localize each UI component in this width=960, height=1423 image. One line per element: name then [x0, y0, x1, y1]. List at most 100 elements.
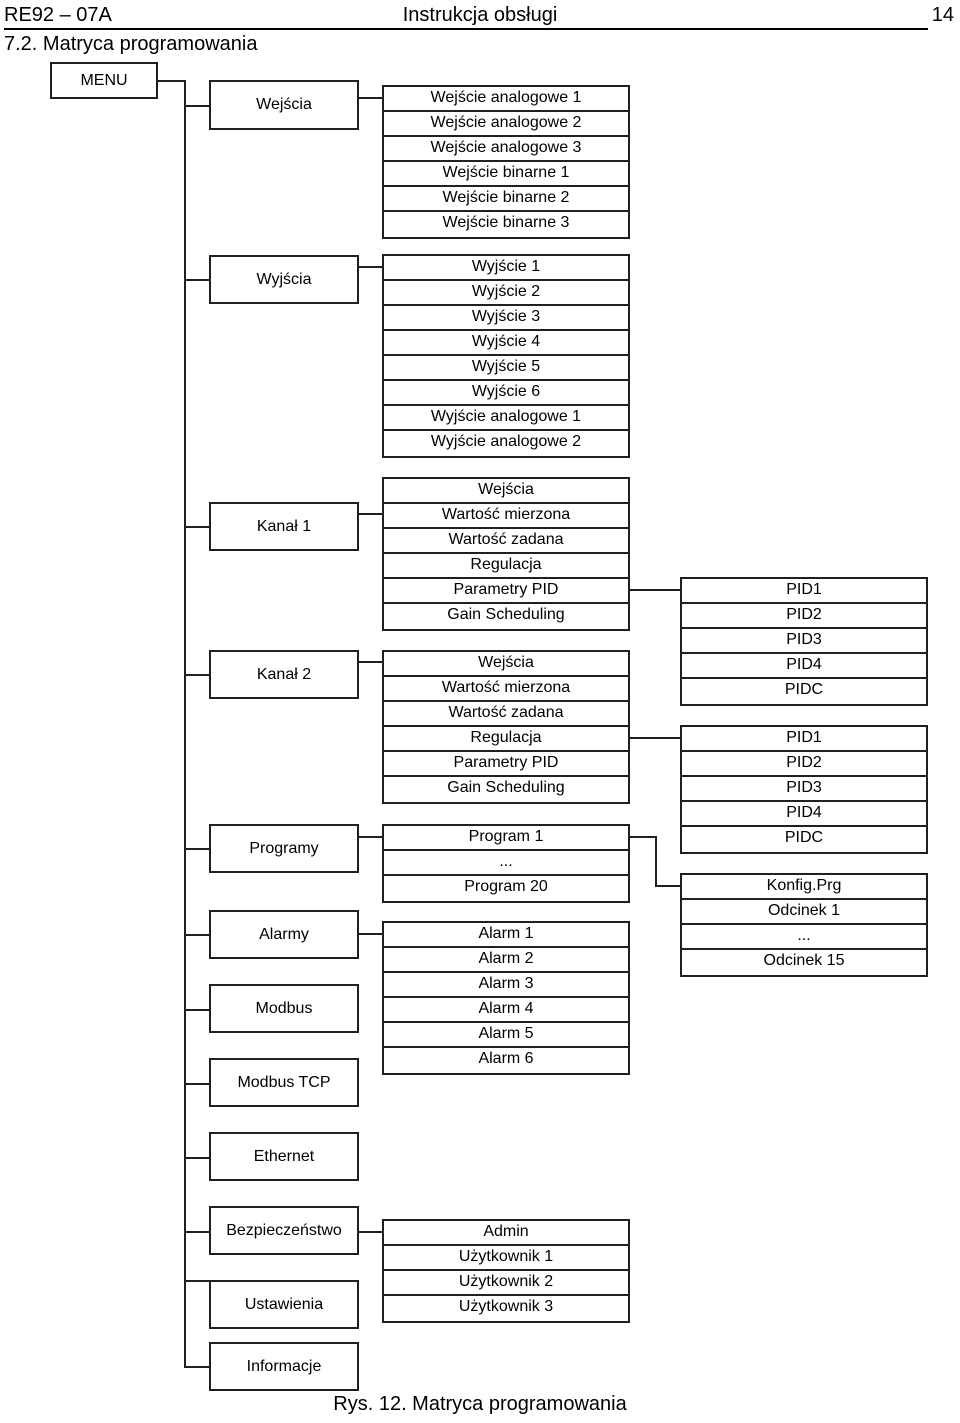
- stack-wyjscia-items: Wyjście 1 Wyjście 2 Wyjście 3 Wyjście 4 …: [382, 254, 630, 458]
- list-item[interactable]: Wejście binarne 1: [384, 162, 628, 187]
- node-menu-label: MENU: [80, 71, 128, 89]
- list-item[interactable]: PID4: [682, 654, 926, 679]
- list-item[interactable]: PIDC: [682, 827, 926, 852]
- list-item[interactable]: PID2: [682, 752, 926, 777]
- stack-pid-kanal2: PID1 PID2 PID3 PID4 PIDC: [680, 725, 928, 854]
- stack-wejscia-items: Wejście analogowe 1 Wejście analogowe 2 …: [382, 85, 630, 239]
- node-ethernet[interactable]: Ethernet: [209, 1132, 359, 1181]
- list-item[interactable]: ...: [682, 925, 926, 950]
- connector-trunk-informacje: [184, 1366, 211, 1368]
- connector-programy-items: [359, 836, 383, 838]
- node-wejscia[interactable]: Wejścia: [209, 80, 359, 130]
- connector-kanal2-pid: [630, 737, 682, 739]
- node-alarmy-label: Alarmy: [259, 925, 309, 943]
- list-item[interactable]: Wyjście 5: [384, 356, 628, 381]
- list-item[interactable]: Program 20: [384, 876, 628, 901]
- list-item[interactable]: Regulacja: [384, 727, 628, 752]
- node-menu[interactable]: MENU: [50, 62, 158, 99]
- node-modbus[interactable]: Modbus: [209, 984, 359, 1033]
- connector-trunk-ustawienia: [184, 1280, 211, 1282]
- node-informacje-label: Informacje: [246, 1357, 322, 1375]
- connector-menu-to-trunk: [158, 80, 186, 82]
- node-bezpieczenstwo-label: Bezpieczeństwo: [226, 1221, 342, 1239]
- list-item[interactable]: Użytkownik 3: [384, 1296, 628, 1321]
- list-item[interactable]: Użytkownik 2: [384, 1271, 628, 1296]
- stack-pid-kanal1: PID1 PID2 PID3 PID4 PIDC: [680, 577, 928, 706]
- list-item[interactable]: Program 1: [384, 826, 628, 851]
- list-item[interactable]: Wejścia: [384, 479, 628, 504]
- list-item[interactable]: Wartość mierzona: [384, 504, 628, 529]
- stack-kanal1-items: Wejścia Wartość mierzona Wartość zadana …: [382, 477, 630, 631]
- node-modbus-tcp[interactable]: Modbus TCP: [209, 1058, 359, 1107]
- list-item[interactable]: Wyjście 4: [384, 331, 628, 356]
- list-item[interactable]: Wyjście 3: [384, 306, 628, 331]
- list-item[interactable]: Gain Scheduling: [384, 604, 628, 629]
- list-item[interactable]: Alarm 5: [384, 1023, 628, 1048]
- connector-kanal1-pid: [630, 589, 682, 591]
- list-item[interactable]: Konfig.Prg: [682, 875, 926, 900]
- node-wyjscia[interactable]: Wyjścia: [209, 255, 359, 304]
- list-item[interactable]: Wejście analogowe 2: [384, 112, 628, 137]
- list-item[interactable]: PID3: [682, 777, 926, 802]
- list-item[interactable]: Wyjście 6: [384, 381, 628, 406]
- node-kanal2[interactable]: Kanał 2: [209, 650, 359, 699]
- connector-programy-konfig-vertical: [655, 836, 657, 886]
- list-item[interactable]: Wartość zadana: [384, 702, 628, 727]
- node-ustawienia-label: Ustawienia: [244, 1295, 324, 1313]
- list-item[interactable]: Wyjście analogowe 2: [384, 431, 628, 456]
- list-item[interactable]: Alarm 4: [384, 998, 628, 1023]
- list-item[interactable]: Wyjście 1: [384, 256, 628, 281]
- node-ustawienia[interactable]: Ustawienia: [209, 1280, 359, 1329]
- node-programy[interactable]: Programy: [209, 824, 359, 873]
- list-item[interactable]: PID2: [682, 604, 926, 629]
- list-item[interactable]: Wejście binarne 3: [384, 212, 628, 237]
- list-item[interactable]: Użytkownik 1: [384, 1246, 628, 1271]
- list-item[interactable]: PID1: [682, 579, 926, 604]
- connector-trunk-kanal2: [184, 674, 211, 676]
- list-item[interactable]: ...: [384, 851, 628, 876]
- list-item[interactable]: Wyjście 2: [384, 281, 628, 306]
- list-item[interactable]: Wejście analogowe 3: [384, 137, 628, 162]
- list-item[interactable]: Wartość mierzona: [384, 677, 628, 702]
- node-kanal1-label: Kanał 1: [256, 517, 312, 535]
- stack-programy-items: Program 1 ... Program 20: [382, 824, 630, 903]
- node-programy-label: Programy: [249, 839, 319, 857]
- list-item[interactable]: Parametry PID: [384, 752, 628, 777]
- header-page-number: 14: [931, 4, 954, 26]
- list-item[interactable]: PID1: [682, 727, 926, 752]
- connector-trunk-kanal1: [184, 526, 211, 528]
- connector-alarmy-items: [359, 933, 383, 935]
- node-kanal2-label: Kanał 2: [256, 665, 312, 683]
- list-item[interactable]: Alarm 2: [384, 948, 628, 973]
- connector-kanal1-items: [359, 513, 383, 515]
- connector-trunk-alarmy: [184, 934, 211, 936]
- node-bezpieczenstwo[interactable]: Bezpieczeństwo: [209, 1206, 359, 1255]
- figure-caption: Rys. 12. Matryca programowania: [333, 1393, 627, 1415]
- list-item[interactable]: Gain Scheduling: [384, 777, 628, 802]
- list-item[interactable]: Parametry PID: [384, 579, 628, 604]
- list-item[interactable]: Wartość zadana: [384, 529, 628, 554]
- list-item[interactable]: Odcinek 1: [682, 900, 926, 925]
- stack-alarmy-items: Alarm 1 Alarm 2 Alarm 3 Alarm 4 Alarm 5 …: [382, 921, 630, 1075]
- connector-programy-konfig-top: [630, 836, 657, 838]
- node-informacje[interactable]: Informacje: [209, 1342, 359, 1391]
- list-item[interactable]: Wejścia: [384, 652, 628, 677]
- list-item[interactable]: Odcinek 15: [682, 950, 926, 975]
- header-divider: [4, 28, 928, 30]
- trunk-vertical: [184, 80, 186, 1368]
- list-item[interactable]: Admin: [384, 1221, 628, 1246]
- node-kanal1[interactable]: Kanał 1: [209, 502, 359, 551]
- list-item[interactable]: Wejście analogowe 1: [384, 87, 628, 112]
- list-item[interactable]: Regulacja: [384, 554, 628, 579]
- list-item[interactable]: Wejście binarne 2: [384, 187, 628, 212]
- list-item[interactable]: Wyjście analogowe 1: [384, 406, 628, 431]
- list-item[interactable]: PIDC: [682, 679, 926, 704]
- list-item[interactable]: Alarm 1: [384, 923, 628, 948]
- list-item[interactable]: PID4: [682, 802, 926, 827]
- list-item[interactable]: PID3: [682, 629, 926, 654]
- list-item[interactable]: Alarm 6: [384, 1048, 628, 1073]
- node-alarmy[interactable]: Alarmy: [209, 910, 359, 959]
- connector-wyjscia-items: [359, 266, 383, 268]
- header-doc-title: Instrukcja obsługi: [402, 4, 558, 26]
- list-item[interactable]: Alarm 3: [384, 973, 628, 998]
